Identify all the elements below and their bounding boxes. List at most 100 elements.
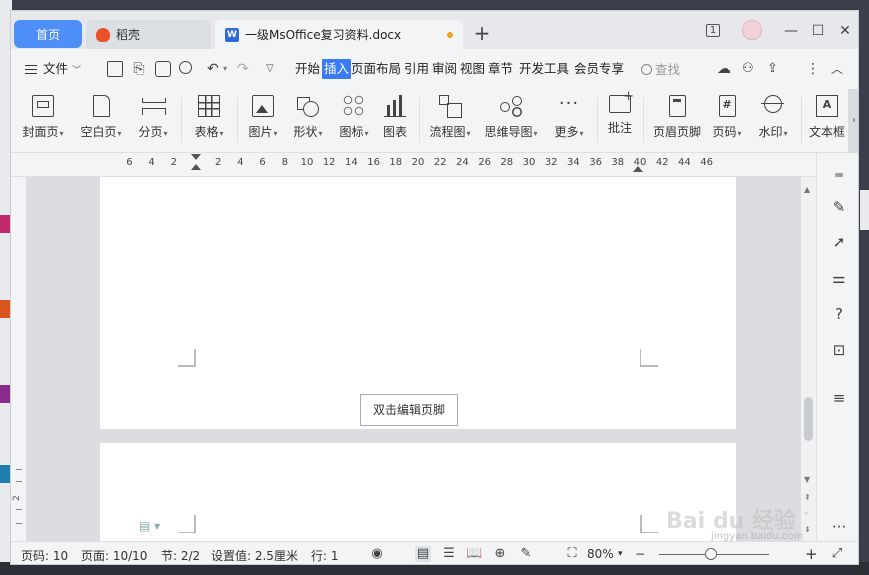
- status-line[interactable]: 行: 1: [311, 547, 339, 564]
- customize-toolbar-icon[interactable]: ▽: [266, 61, 282, 77]
- backup-icon[interactable]: ⊡: [829, 340, 849, 360]
- document-page[interactable]: [100, 443, 736, 541]
- menu-review[interactable]: 审阅: [432, 59, 457, 79]
- document-page[interactable]: 双击编辑页脚: [100, 177, 736, 429]
- desktop-shortcut-icon[interactable]: [0, 465, 10, 483]
- ruler-tick-label: 24: [456, 157, 469, 168]
- zoom-level[interactable]: 80%: [587, 547, 614, 561]
- fit-page-icon[interactable]: ⛶: [564, 546, 580, 562]
- window-count-button[interactable]: 1: [701, 22, 725, 40]
- ruler-tick-label: 4: [148, 157, 155, 168]
- document-canvas[interactable]: 2 双击编辑页脚 ▤ ▾: [11, 177, 801, 541]
- zoom-dropdown-icon[interactable]: ▾: [618, 549, 623, 559]
- menu-start[interactable]: 开始: [295, 59, 320, 79]
- desktop-shortcut-icon[interactable]: [0, 300, 10, 318]
- ribbon-scroll-right-button[interactable]: ›: [848, 89, 858, 153]
- blank-page-button[interactable]: 空白页▾: [79, 93, 123, 147]
- vertical-ruler[interactable]: 2: [11, 177, 27, 541]
- desktop-shortcut-icon[interactable]: [0, 215, 10, 233]
- adjust-sliders-icon[interactable]: ⚌: [829, 268, 849, 288]
- page-break-button[interactable]: 分页▾: [135, 93, 171, 147]
- menu-references[interactable]: 引用: [404, 59, 429, 79]
- first-line-indent-marker[interactable]: [191, 154, 201, 160]
- more-options-icon[interactable]: ⋮: [805, 61, 821, 77]
- eye-protection-icon[interactable]: ◉: [369, 546, 385, 562]
- clear-format-icon[interactable]: ≡: [829, 388, 849, 408]
- zoom-slider-thumb[interactable]: [705, 548, 717, 560]
- hanging-indent-marker[interactable]: [191, 164, 201, 170]
- tab-home[interactable]: 首页: [14, 20, 82, 48]
- minimize-button[interactable]: —: [779, 22, 803, 40]
- reading-view-icon[interactable]: 📖: [466, 546, 482, 562]
- file-menu[interactable]: 文件 ﹀: [25, 59, 81, 79]
- save-icon[interactable]: [107, 61, 123, 77]
- shape-button[interactable]: 形状▾: [290, 93, 326, 147]
- chart-button[interactable]: 图表: [380, 93, 410, 147]
- scroll-up-icon[interactable]: ▲: [804, 185, 810, 194]
- edit-pen-icon[interactable]: ✎: [829, 197, 849, 217]
- menu-insert[interactable]: 插入: [322, 59, 352, 79]
- edit-footer-button[interactable]: 双击编辑页脚: [360, 394, 458, 426]
- close-button[interactable]: ✕: [833, 22, 857, 40]
- collapse-panel-icon[interactable]: ═: [829, 165, 849, 185]
- textbox-button[interactable]: A 文本框: [807, 93, 847, 147]
- ruler-tick-label: 38: [611, 157, 625, 168]
- status-page[interactable]: 页码: 10: [21, 547, 68, 564]
- redo-icon[interactable]: ↷: [237, 61, 253, 77]
- page-number-button[interactable]: # 页码▾: [709, 93, 745, 147]
- menu-view[interactable]: 视图: [460, 59, 485, 79]
- write-mode-icon[interactable]: ✎: [518, 546, 534, 562]
- status-setting[interactable]: 设置值: 2.5厘米: [211, 547, 298, 564]
- print-preview-icon[interactable]: [179, 61, 195, 77]
- zoom-out-button[interactable]: −: [635, 547, 645, 561]
- share-icon[interactable]: ⇪: [767, 61, 783, 77]
- header-footer-button[interactable]: 页眉页脚: [651, 93, 703, 147]
- comment-button[interactable]: 批注: [605, 89, 635, 147]
- scrollbar-thumb[interactable]: [804, 397, 813, 441]
- vertical-scrollbar[interactable]: ▲ ▼ ⇞ ◦ ⇟: [801, 177, 816, 541]
- undo-icon[interactable]: ↶: [207, 61, 223, 77]
- menu-member-exclusive[interactable]: 会员专享: [574, 59, 624, 79]
- help-icon[interactable]: ?: [829, 304, 849, 324]
- new-tab-button[interactable]: +: [471, 23, 493, 45]
- document-outline-icon[interactable]: ▤ ▾: [139, 519, 160, 533]
- more-button[interactable]: ··· 更多▾: [549, 93, 589, 147]
- collapse-ribbon-icon[interactable]: ︿: [829, 61, 845, 77]
- more-tools-icon[interactable]: ···: [829, 517, 849, 537]
- print-icon[interactable]: [155, 61, 171, 77]
- mindmap-button[interactable]: 思维导图▾: [481, 93, 541, 147]
- right-indent-marker[interactable]: [633, 166, 643, 172]
- web-view-icon[interactable]: ⊕: [492, 546, 508, 562]
- flowchart-button[interactable]: 流程图▾: [425, 93, 475, 147]
- zoom-in-button[interactable]: +: [805, 545, 818, 563]
- outline-view-icon[interactable]: ☰: [441, 546, 457, 562]
- format-painter-icon[interactable]: ⎘: [131, 61, 147, 77]
- select-cursor-icon[interactable]: ➚: [829, 232, 849, 252]
- desktop-shortcut-icon[interactable]: [0, 385, 10, 403]
- horizontal-ruler[interactable]: 6 4 2 2 4 6 8 10 12 14 16 18 20 22 24 26 28 30 32 34 36 38 40 4…: [11, 153, 858, 177]
- table-button[interactable]: 表格▾: [191, 93, 227, 147]
- fullscreen-icon[interactable]: ⤢: [829, 546, 845, 562]
- menu-developer-tools[interactable]: 开发工具: [519, 59, 569, 79]
- next-page-icon[interactable]: ⇟: [804, 525, 811, 534]
- chart-label: 图表: [382, 125, 407, 139]
- tab-document[interactable]: W 一级MsOffice复习资料.docx: [215, 20, 463, 49]
- tab-daoke[interactable]: 稻壳: [86, 20, 211, 49]
- add-collaborator-icon[interactable]: ⚇: [742, 61, 758, 77]
- scroll-down-icon[interactable]: ▼: [804, 475, 810, 484]
- menu-chapter[interactable]: 章节: [488, 59, 513, 79]
- page-view-icon[interactable]: ▤: [415, 546, 431, 562]
- cloud-sync-icon[interactable]: ☁: [717, 61, 733, 77]
- icon-library-button[interactable]: 图标▾: [336, 93, 372, 147]
- watermark-button[interactable]: 水印▾: [755, 93, 791, 147]
- menu-page-layout[interactable]: 页面布局: [351, 59, 401, 79]
- picture-button[interactable]: 图片▾: [245, 93, 281, 147]
- status-section[interactable]: 节: 2/2: [161, 547, 200, 564]
- select-browse-object-icon[interactable]: ◦: [804, 509, 809, 518]
- maximize-button[interactable]: ☐: [806, 22, 830, 40]
- cover-page-button[interactable]: 封面页▾: [21, 93, 65, 147]
- search-box[interactable]: 查找: [641, 59, 680, 78]
- status-pages[interactable]: 页面: 10/10: [81, 547, 147, 564]
- user-avatar[interactable]: [742, 20, 762, 40]
- previous-page-icon[interactable]: ⇞: [804, 493, 811, 502]
